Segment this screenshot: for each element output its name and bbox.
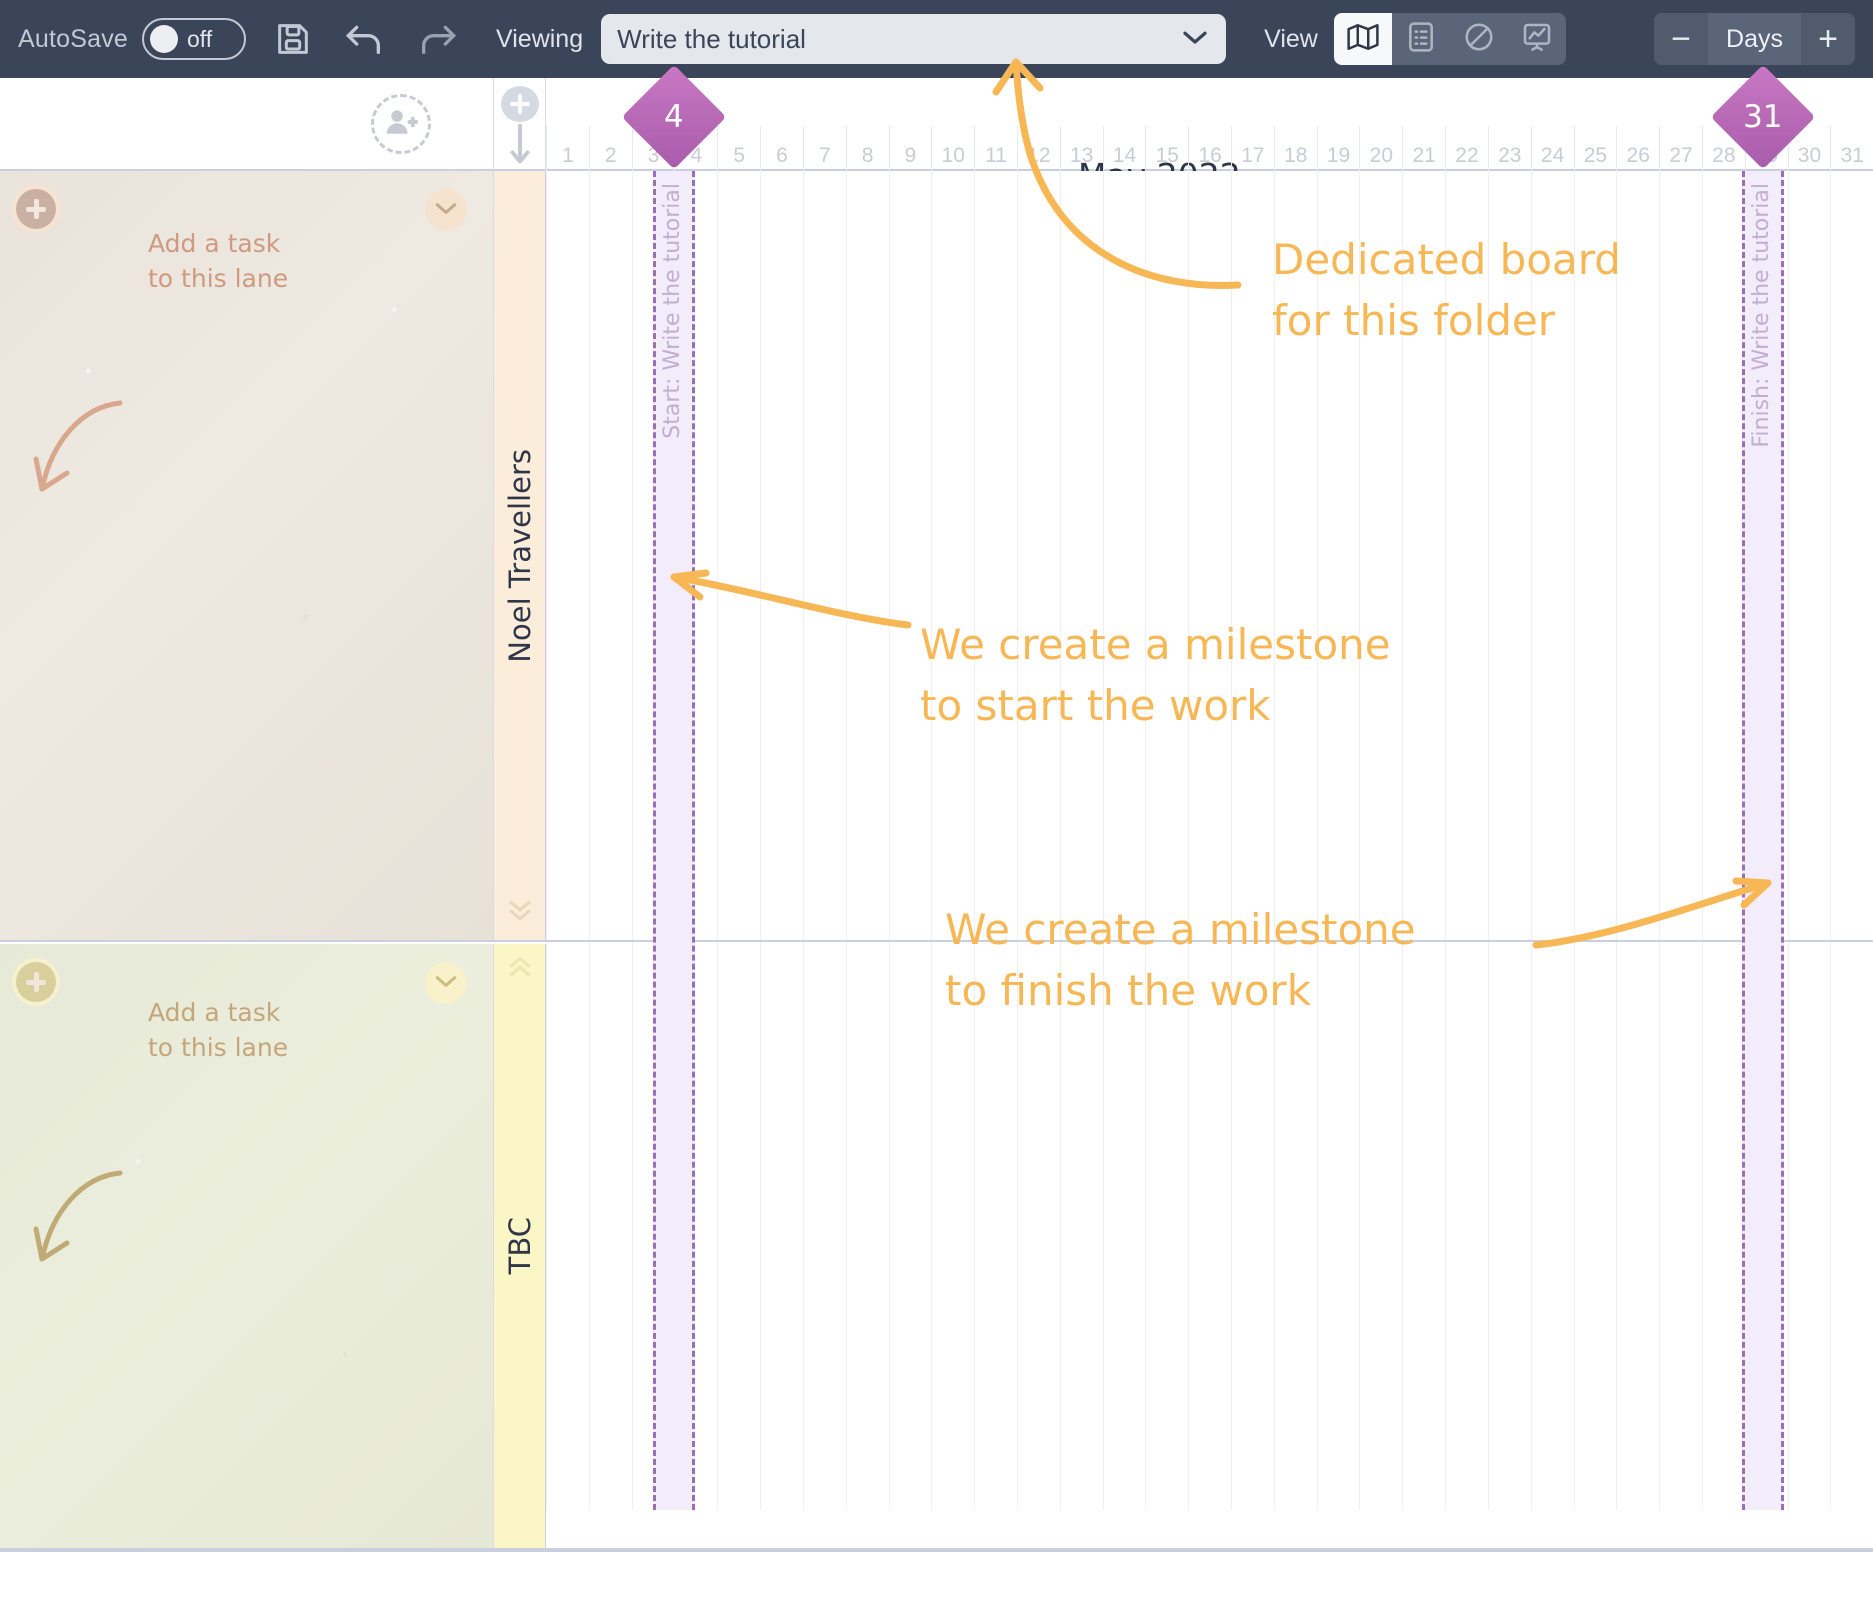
- day-tick-8: 8: [845, 126, 889, 171]
- chevron-down-icon: [1180, 27, 1210, 52]
- day-tick-7: 7: [802, 126, 846, 171]
- add-person-icon: [384, 107, 418, 142]
- lane-collapse-button[interactable]: [425, 962, 467, 1004]
- lane-collapse-button[interactable]: [425, 189, 467, 231]
- lane-annotation: Add a task to this lane: [148, 998, 289, 1062]
- view-option-map[interactable]: [1333, 13, 1392, 65]
- milestone-day: 31: [1743, 98, 1783, 135]
- day-tick-14: 14: [1102, 126, 1146, 171]
- day-tick-1: 1: [546, 126, 589, 171]
- zoom-in-button[interactable]: +: [1801, 13, 1855, 65]
- circle-slash-icon: [1463, 21, 1495, 58]
- chevron-down-icon: [433, 972, 459, 995]
- autosave-state: off: [187, 25, 213, 52]
- redo-button[interactable]: [412, 14, 462, 64]
- chevron-down-icon: [433, 199, 459, 222]
- floppy-disk-icon: [273, 19, 313, 59]
- day-tick-23: 23: [1487, 126, 1531, 171]
- day-tick-18: 18: [1273, 126, 1317, 171]
- day-tick-12: 12: [1016, 126, 1060, 171]
- folder-select-value: Write the tutorial: [617, 23, 806, 54]
- autosave-label: AutoSave: [18, 24, 129, 53]
- day-tick-13: 13: [1059, 126, 1103, 171]
- add-task-button[interactable]: [16, 189, 56, 229]
- view-label: View: [1264, 24, 1318, 53]
- view-option-list[interactable]: [1392, 13, 1450, 65]
- lane-tbc: Add a task to this lane TBC: [0, 944, 1873, 1550]
- double-chevron-down-icon: [505, 896, 535, 929]
- lane-annotation: Add a task to this lane: [148, 229, 289, 293]
- day-tick-5: 5: [717, 126, 760, 171]
- autosave-toggle[interactable]: off: [142, 18, 247, 60]
- day-tick-16: 16: [1188, 126, 1231, 171]
- day-tick-11: 11: [974, 126, 1017, 171]
- lane-timeline-body[interactable]: [546, 944, 1873, 1548]
- board-canvas: Add a task to this lane Noel Travellers: [0, 171, 1873, 1550]
- lane-add-column: [494, 78, 546, 171]
- add-task-arrow-1: [33, 400, 123, 492]
- add-lane-button[interactable]: [500, 86, 539, 122]
- day-tick-24: 24: [1530, 126, 1574, 171]
- lane-note-area[interactable]: Add a task to this lane: [0, 171, 494, 940]
- day-tick-2: 2: [588, 126, 632, 171]
- viewing-label: Viewing: [496, 24, 584, 53]
- add-task-button[interactable]: [16, 962, 56, 1002]
- folder-select[interactable]: Write the tutorial: [601, 14, 1227, 64]
- day-tick-26: 26: [1616, 126, 1659, 171]
- milestone-band-finish[interactable]: Finish: Write the tutorial: [1742, 171, 1784, 1510]
- day-tick-10: 10: [931, 126, 974, 171]
- board-header-strip: May 2022 1234567891011121314151617181920…: [0, 78, 1873, 195]
- undo-button[interactable]: [340, 14, 390, 64]
- add-task-arrow-2: [33, 1170, 123, 1262]
- add-person-button[interactable]: [371, 94, 431, 154]
- view-option-chart[interactable]: [1508, 13, 1566, 65]
- avatar-cell: [0, 78, 494, 171]
- milestone-day: 4: [664, 98, 684, 135]
- double-chevron-up-icon: [505, 952, 535, 985]
- lane-resize-handle[interactable]: [494, 892, 546, 932]
- arrow-down-icon: [509, 123, 531, 171]
- day-tick-20: 20: [1359, 126, 1402, 171]
- callout-finish-milestone: We create a milestone to finish the work: [945, 905, 1416, 1015]
- lane-name: Noel Travellers: [502, 448, 537, 663]
- milestone-label: Start: Write the tutorial: [660, 183, 685, 439]
- callout-dedicated-board: Dedicated board for this folder: [1272, 235, 1621, 345]
- map-icon: [1346, 22, 1380, 57]
- bottom-strip: [0, 1550, 1873, 1597]
- save-button[interactable]: [268, 14, 318, 64]
- day-tick-19: 19: [1316, 126, 1360, 171]
- day-tick-25: 25: [1573, 126, 1617, 171]
- day-tick-27: 27: [1659, 126, 1702, 171]
- day-tick-6: 6: [760, 126, 803, 171]
- zoom-unit-label[interactable]: Days: [1708, 13, 1801, 65]
- callout-start-milestone: We create a milestone to start the work: [920, 620, 1391, 730]
- document-list-icon: [1406, 21, 1436, 58]
- view-mode-group: [1333, 13, 1566, 65]
- lane-note-area[interactable]: Add a task to this lane: [0, 944, 494, 1548]
- lane-band-noel-travellers: Noel Travellers: [494, 171, 546, 940]
- lane-resize-handle[interactable]: [494, 948, 546, 988]
- view-option-none[interactable]: [1450, 13, 1508, 65]
- lane-timeline-body[interactable]: [546, 171, 1873, 940]
- zoom-out-button[interactable]: −: [1654, 13, 1709, 65]
- day-tick-31: 31: [1830, 126, 1873, 171]
- lane-name: TBC: [502, 1217, 537, 1275]
- milestone-band-start[interactable]: Start: Write the tutorial: [653, 171, 695, 1510]
- undo-arrow-icon: [343, 19, 387, 59]
- presentation-chart-icon: [1521, 21, 1553, 58]
- lane-band-tbc: TBC: [494, 944, 546, 1548]
- top-toolbar: AutoSave off Viewing Write the tutorial …: [0, 0, 1873, 78]
- day-tick-17: 17: [1231, 126, 1274, 171]
- day-tick-21: 21: [1402, 126, 1445, 171]
- redo-arrow-icon: [415, 19, 459, 59]
- toggle-knob: [150, 25, 179, 53]
- day-tick-9: 9: [888, 126, 932, 171]
- milestone-label: Finish: Write the tutorial: [1749, 183, 1774, 448]
- day-tick-22: 22: [1445, 126, 1488, 171]
- day-tick-15: 15: [1145, 126, 1188, 171]
- date-ruler: 1 2 3 4 5 6 7 8 9 10 11 12 13 14 15 16 17 18 19 20 21 22 23 24 2…: [546, 126, 1873, 171]
- gantt-board-app: AutoSave off Viewing Write the tutorial …: [0, 0, 1873, 1597]
- zoom-stepper: − Days +: [1654, 13, 1855, 65]
